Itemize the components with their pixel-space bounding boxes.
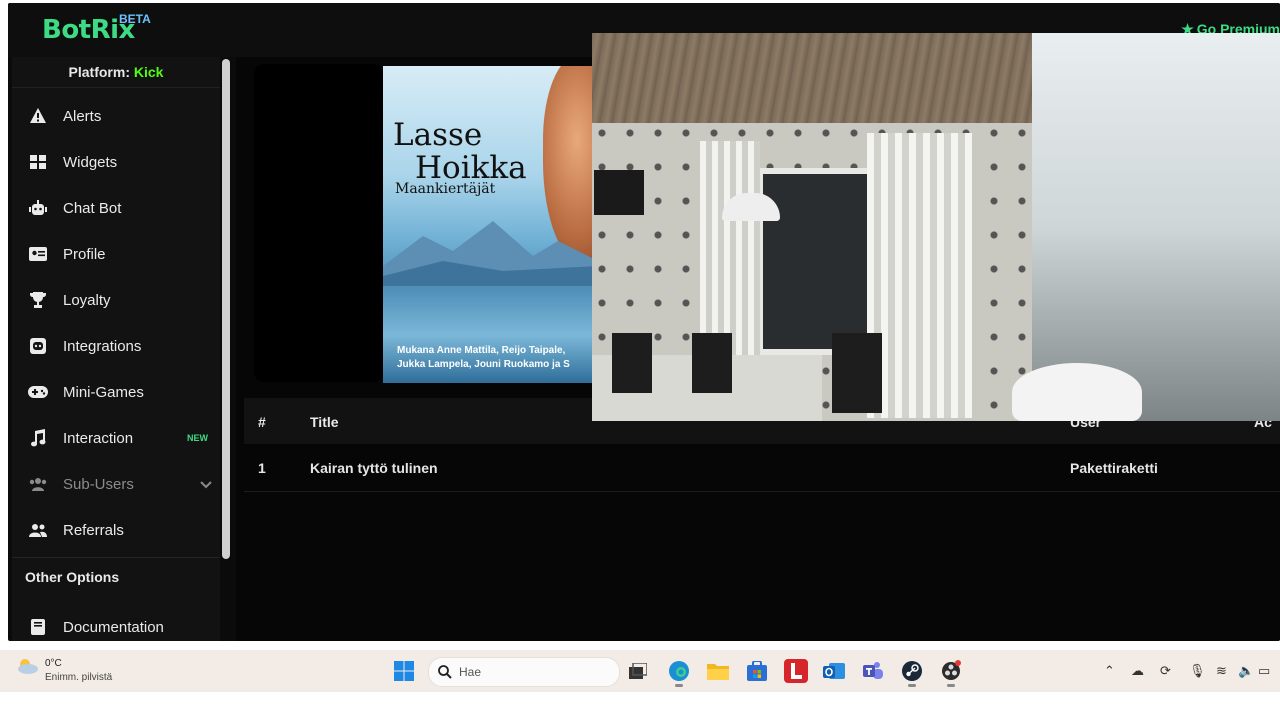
sidebar-item-referrals[interactable]: Referrals: [12, 510, 220, 550]
microphone-icon[interactable]: 🎙: [1189, 663, 1206, 679]
media-player[interactable]: [254, 64, 384, 382]
task-view-icon[interactable]: [626, 659, 650, 683]
sidebar-item-label: Widgets: [63, 153, 118, 171]
sidebar-item-label: Profile: [63, 245, 106, 263]
sidebar-item-profile[interactable]: Profile: [12, 234, 220, 274]
weather-description: Enimm. pilvistä: [45, 672, 113, 683]
cam-chair: [692, 333, 732, 393]
requesting-user: Pakettiraketti: [1070, 460, 1158, 476]
sidebar-item-label: Interaction: [63, 429, 134, 447]
sidebar-item-label: Alerts: [63, 107, 102, 125]
cam-chair: [832, 333, 882, 413]
sidebar-item-integrations[interactable]: Integrations: [12, 326, 220, 366]
sidebar-scrollbar[interactable]: [222, 59, 230, 559]
microsoft-store-icon[interactable]: [745, 659, 769, 683]
search-placeholder: Hae: [459, 665, 482, 679]
cam-sink: [1012, 363, 1142, 421]
song-title: Kairan tyttö tulinen: [310, 460, 438, 476]
album-credits: Mukana Anne Mattila, Reijo Taipale, Jukk…: [397, 344, 570, 372]
platform-label: Platform:: [68, 64, 130, 80]
gamepad-icon: [28, 382, 48, 402]
sidebar-item-label: Documentation: [63, 618, 164, 636]
windows-start-icon[interactable]: [392, 659, 416, 683]
users-icon: [28, 474, 48, 494]
sidebar-item-loyalty[interactable]: Loyalty: [12, 280, 220, 320]
webcam-overlay: [592, 33, 1280, 421]
search-icon: [438, 665, 452, 679]
steam-icon[interactable]: [900, 659, 924, 683]
sidebar-item-interaction[interactable]: Interaction NEW: [12, 418, 220, 458]
cam-tv: [594, 170, 644, 215]
weather-widget[interactable]: 0°C Enimm. pilvistä: [16, 656, 112, 683]
cam-window: [757, 168, 879, 355]
cam-chair: [612, 333, 652, 393]
wifi-icon[interactable]: ≋: [1216, 663, 1227, 679]
platform-indicator: Platform: Kick: [12, 57, 220, 88]
sidebar-item-label: Integrations: [63, 337, 142, 355]
sidebar-item-label: Sub-Users: [63, 475, 134, 493]
platform-value: Kick: [133, 64, 164, 80]
album-title-line-1: Lasse: [393, 117, 483, 153]
windows-taskbar: 0°C Enimm. pilvistä Hae ⌃ ☁ ⟳ 🎙 ≋ 🔈 ▭: [0, 650, 1280, 692]
battery-icon[interactable]: ▭: [1258, 663, 1270, 679]
column-header-number: #: [258, 414, 266, 430]
row-number: 1: [258, 460, 266, 476]
sidebar-item-label: Mini-Games: [63, 383, 144, 401]
sidebar-item-label: Referrals: [63, 521, 124, 539]
table-row[interactable]: 1 Kairan tyttö tulinen Pakettiraketti: [244, 446, 1280, 492]
chevron-down-icon[interactable]: [200, 476, 212, 493]
sidebar-item-label: Chat Bot: [63, 199, 122, 217]
sidebar-item-documentation[interactable]: Documentation: [12, 607, 220, 641]
other-options-heading: Other Options: [25, 569, 120, 585]
user-group-icon: [28, 520, 48, 540]
sidebar-item-mini-games[interactable]: Mini-Games: [12, 372, 220, 412]
cam-curtain-right: [867, 133, 972, 418]
sidebar-item-sub-users[interactable]: Sub-Users: [12, 464, 220, 504]
onedrive-icon[interactable]: ☁: [1131, 663, 1144, 679]
sidebar-item-widgets[interactable]: Widgets: [12, 142, 220, 182]
l-app-icon[interactable]: [784, 659, 808, 683]
warning-icon: [28, 106, 48, 126]
grid-icon: [28, 152, 48, 172]
cloud-icon: [18, 659, 38, 674]
file-explorer-icon[interactable]: [706, 659, 730, 683]
discord-icon: [28, 336, 48, 356]
robot-icon: [28, 198, 48, 218]
edge-browser-icon[interactable]: [667, 659, 691, 683]
sidebar: Platform: Kick Alerts Widgets Chat Bot P…: [12, 57, 220, 641]
album-credits-line-1: Mukana Anne Mattila, Reijo Taipale,: [397, 345, 566, 356]
album-credits-line-2: Jukka Lampela, Jouni Ruokamo ja S: [397, 359, 570, 370]
sidebar-item-label: Loyalty: [63, 291, 111, 309]
active-app-indicator: [947, 684, 955, 687]
sidebar-divider: [12, 557, 220, 558]
outlook-icon[interactable]: [822, 659, 846, 683]
book-icon: [28, 617, 48, 637]
trophy-icon: [28, 290, 48, 310]
album-cover-image: Lasse Hoikka Maankiertäjät Mukana Anne M…: [383, 66, 598, 383]
new-badge: NEW: [187, 433, 208, 443]
weather-temperature: 0°C: [45, 658, 62, 669]
music-icon: [28, 428, 48, 448]
volume-icon[interactable]: 🔈: [1238, 663, 1254, 679]
active-app-indicator: [908, 684, 916, 687]
taskbar-search[interactable]: Hae: [428, 657, 620, 687]
sync-icon[interactable]: ⟳: [1160, 663, 1171, 679]
sidebar-item-chat-bot[interactable]: Chat Bot: [12, 188, 220, 228]
sidebar-item-alerts[interactable]: Alerts: [12, 96, 220, 136]
album-subtitle: Maankiertäjät: [395, 181, 496, 197]
beta-badge: BETA: [119, 12, 151, 26]
teams-icon[interactable]: [861, 659, 885, 683]
column-header-title: Title: [310, 414, 339, 430]
chevron-up-icon[interactable]: ⌃: [1104, 663, 1115, 679]
active-app-indicator: [675, 684, 683, 687]
id-card-icon: [28, 244, 48, 264]
obs-icon[interactable]: [939, 659, 963, 683]
album-mountains: [383, 221, 598, 286]
